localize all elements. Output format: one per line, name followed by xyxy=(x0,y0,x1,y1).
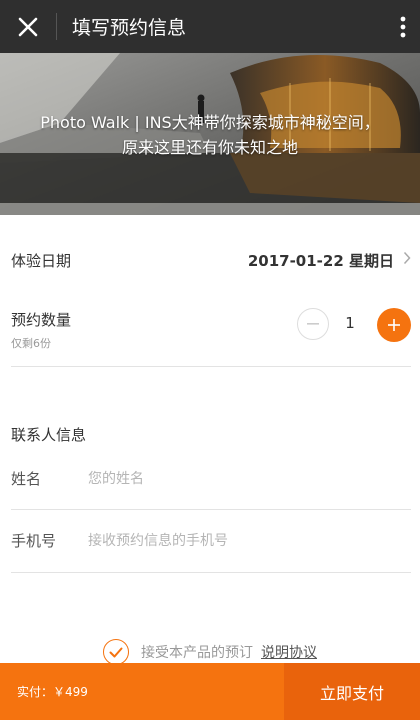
hero-banner: Photo Walk | INS大神带你探索城市神秘空间，原来这里还有你未知之地 xyxy=(0,53,420,215)
bottom-bar: 实付：￥499 立即支付 xyxy=(0,663,420,720)
minus-icon xyxy=(307,323,319,325)
pay-button[interactable]: 立即支付 xyxy=(284,663,420,720)
check-icon xyxy=(109,647,123,657)
date-label: 体验日期 xyxy=(11,252,72,270)
date-row[interactable]: 体验日期 2017-01-22 星期日 xyxy=(0,238,420,282)
chevron-right-icon xyxy=(403,251,411,265)
quantity-value: 1 xyxy=(345,314,355,332)
agreement-row: 接受本产品的预订 说明协议 xyxy=(0,638,420,666)
close-button[interactable] xyxy=(0,0,56,53)
agreement-checkbox[interactable] xyxy=(103,639,129,665)
date-value[interactable]: 2017-01-22 星期日 xyxy=(248,250,394,271)
total-price: 实付：￥499 xyxy=(0,663,284,720)
divider xyxy=(11,572,411,573)
agreement-link[interactable]: 说明协议 xyxy=(261,642,317,662)
hero-caption: Photo Walk | INS大神带你探索城市神秘空间，原来这里还有你未知之地 xyxy=(40,113,380,157)
divider xyxy=(11,509,411,510)
quantity-label: 预约数量 xyxy=(11,311,72,329)
divider xyxy=(11,366,411,367)
more-button[interactable] xyxy=(386,0,420,53)
quantity-increase-button[interactable] xyxy=(377,308,411,342)
quantity-remaining: 仅剩6份 xyxy=(11,337,51,350)
phone-label: 手机号 xyxy=(11,532,57,550)
header-divider xyxy=(56,13,57,40)
phone-field-row: 手机号 xyxy=(0,521,420,561)
quantity-decrease-button[interactable] xyxy=(297,308,329,340)
page-title: 填写预约信息 xyxy=(72,17,187,39)
name-field-row: 姓名 xyxy=(0,459,420,499)
contact-section-title: 联系人信息 xyxy=(11,426,87,444)
name-label: 姓名 xyxy=(11,470,42,488)
agreement-text: 接受本产品的预订 xyxy=(141,645,253,661)
top-bar: 填写预约信息 xyxy=(0,0,420,53)
phone-input[interactable] xyxy=(88,525,398,557)
name-input[interactable] xyxy=(88,463,398,495)
quantity-row: 预约数量 仅剩6份 1 xyxy=(0,305,420,365)
plus-icon xyxy=(388,319,400,331)
close-icon xyxy=(18,17,38,36)
more-vertical-icon xyxy=(400,16,406,37)
